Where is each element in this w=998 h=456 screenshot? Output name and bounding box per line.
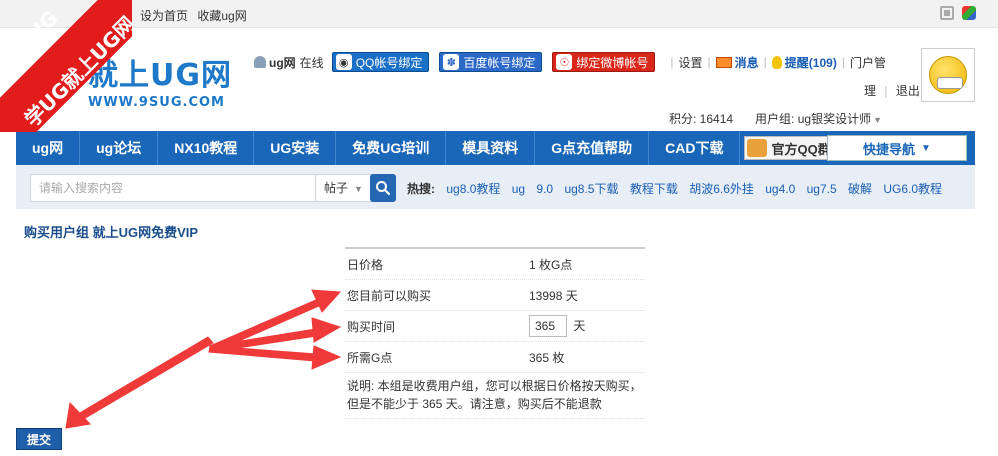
points-text[interactable]: 积分: 16414 [669,110,733,127]
buy-days-input[interactable]: 365 [529,315,567,337]
main-nav: ug网 ug论坛 NX10教程 UG安装 免费UG培训 模具资料 G点充值帮助 … [16,131,975,165]
hot-term[interactable]: ug8.0教程 [446,182,500,196]
nav-item-install[interactable]: UG安装 [254,131,337,165]
search-scope-select[interactable]: 帖子 ▼ [316,174,376,202]
nav-item-training[interactable]: 免费UG培训 [336,131,447,165]
qq-icon: ◉ [335,54,352,70]
logout-link[interactable]: 退出 [896,84,920,98]
user-bar: ug网 在线 ◉ QQ帐号绑定 ✽ 百度帐号绑定 ☉ 绑定微博帐号 | 设置 |… [254,52,886,72]
arrowhead-icon [311,289,342,313]
form-row-required: 所需G点 365 枚 [345,342,645,373]
purchase-form: 日价格 1 枚G点 您目前可以购买 13998 天 购买时间 365 天 所需G… [345,247,645,419]
nav-item-recharge[interactable]: G点充值帮助 [535,131,650,165]
avatar-face-icon [929,56,967,94]
hot-term[interactable]: 破解 [848,182,872,196]
arrowhead-icon [311,345,342,370]
qq-group-button[interactable]: 官方QQ群 [744,136,838,160]
arrowhead-icon [311,317,342,343]
arrow-to-can-buy [209,298,322,353]
theme-color-icon[interactable] [962,6,976,20]
bookmark-link[interactable]: 收藏ug网 [197,9,246,23]
username-link[interactable]: ug网 [269,54,296,71]
expand-icon[interactable] [940,6,954,20]
bulb-icon [771,55,782,69]
form-row-can-buy: 您目前可以购买 13998 天 [345,280,645,311]
hot-term[interactable]: ug [512,182,525,196]
bind-baidu-button[interactable]: ✽ 百度帐号绑定 [439,52,543,72]
nav-item-ugwang[interactable]: ug网 [16,131,81,165]
form-row-buy-time: 购买时间 365 天 [345,311,645,342]
avatar[interactable] [921,48,975,102]
buy-time-label: 购买时间 [347,319,396,334]
note-line-2: 但是不能少于 365 天。请注意，购买后不能退款 [347,397,602,411]
hot-term[interactable]: ug7.5 [807,182,837,196]
daily-price-value: 1 枚G点 [529,257,573,272]
set-homepage-link[interactable]: 设为首页 [140,9,188,23]
chevron-down-icon: ▼ [873,115,882,125]
buy-time-unit: 天 [573,319,586,333]
hot-term[interactable]: 9.0 [536,182,553,196]
arrow-to-required [208,345,317,362]
search-icon [376,181,391,196]
hot-search: 热搜: ug8.0教程 ug 9.0 ug8.5下载 教程下载 胡波6.6外挂 … [407,180,950,197]
top-links: 设为首页 收藏ug网 [140,7,253,24]
nav-item-forum[interactable]: ug论坛 [80,131,159,165]
form-note: 说明: 本组是收费用户组，您可以根据日价格按天购买， 但是不能少于 365 天。… [345,373,645,419]
hot-term[interactable]: ug4.0 [765,182,795,196]
user-stats: 积分: 16414 用户组: ug银奖设计师 ▼ [669,110,882,127]
arrowhead-icon [65,401,92,429]
daily-price-label: 日价格 [347,257,384,272]
required-points-value: 365 枚 [529,350,565,365]
note-line-1: 说明: 本组是收费用户组，您可以根据日价格按天购买， [347,379,642,393]
user-icon [254,56,266,68]
quick-nav-button[interactable]: 快捷导航 ▼ [827,135,967,161]
arrow-to-submit [77,336,214,421]
search-bar: 请输入搜索内容 帖子 ▼ 热搜: ug8.0教程 ug 9.0 ug8.5下载 教… [16,165,975,209]
nav-item-cad[interactable]: CAD下载 [649,131,741,165]
settings-link[interactable]: 设置 [679,54,703,71]
page-title: 购买用户组 就上UG网免费VIP [24,225,199,240]
bind-qq-button[interactable]: ◉ QQ帐号绑定 [331,52,430,72]
weibo-icon: ☉ [556,54,573,70]
hot-term[interactable]: 教程下载 [630,182,678,196]
hot-search-label: 热搜: [407,182,435,196]
hot-term[interactable]: UG6.0教程 [883,182,942,196]
hot-term[interactable]: ug8.5下载 [564,182,618,196]
required-points-label: 所需G点 [347,350,393,365]
messages-link[interactable]: 消息 [735,54,759,71]
submit-button[interactable]: 提交 [16,428,62,450]
user-bar-wrap: 理 | 退出 [864,84,920,98]
search-button[interactable] [370,174,396,202]
corner-ribbon: 9SUG 学UG就上UG网 [0,0,132,132]
baidu-icon: ✽ [443,54,460,70]
arrow-to-buy-time [209,328,318,353]
top-toolbar: 设为首页 收藏ug网 [0,0,998,28]
form-row-daily-price: 日价格 1 枚G点 [345,249,645,280]
hot-term[interactable]: 胡波6.6外挂 [689,182,754,196]
can-buy-label: 您目前可以购买 [347,288,432,303]
bind-weibo-button[interactable]: ☉ 绑定微博帐号 [552,52,656,72]
chevron-down-icon: ▼ [354,184,363,194]
portal-admin-link-cont[interactable]: 理 [864,84,876,98]
search-input[interactable]: 请输入搜索内容 [30,174,316,202]
remind-link[interactable]: 提醒(109) [785,54,837,71]
online-status: 在线 [299,55,324,70]
can-buy-value: 13998 天 [529,288,578,303]
qq-group-icon [747,139,768,157]
portal-admin-link[interactable]: 门户管 [850,54,886,71]
mail-icon [715,56,732,68]
nav-item-nx10[interactable]: NX10教程 [158,131,255,165]
user-group-text[interactable]: 用户组: ug银奖设计师 ▼ [755,110,882,127]
chevron-down-icon: ▼ [921,142,931,154]
nav-item-mold[interactable]: 模具资料 [446,131,536,165]
